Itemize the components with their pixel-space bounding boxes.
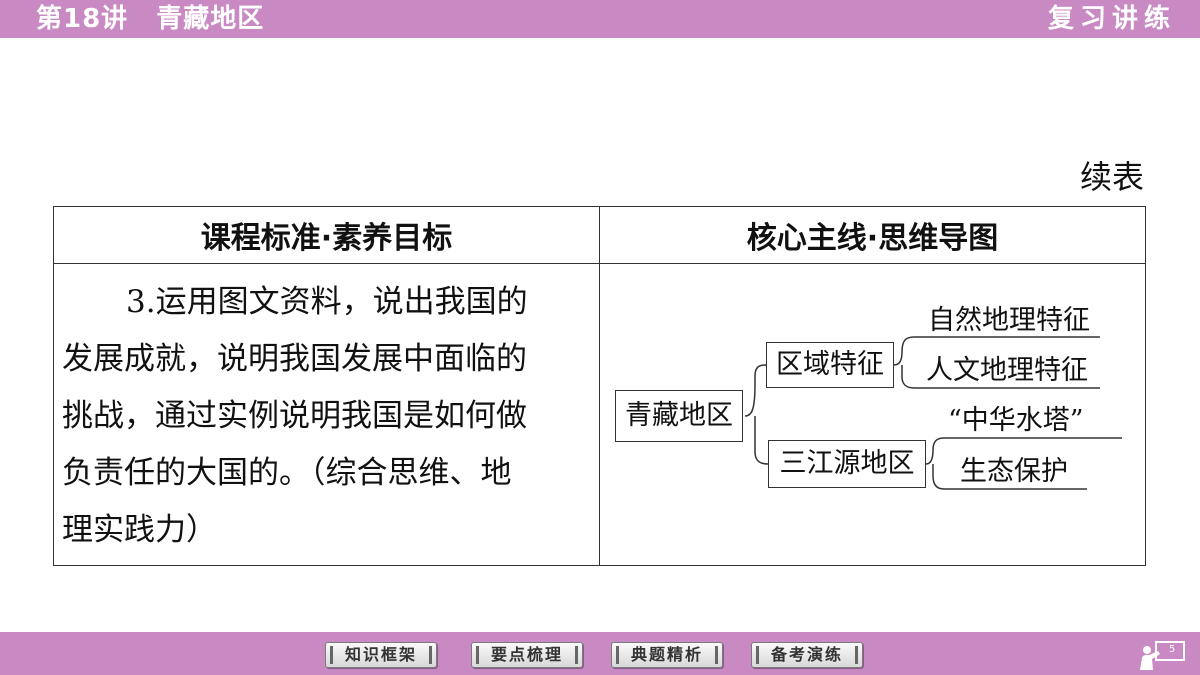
- column-header-standards: 课程标准·素养目标: [53, 206, 600, 264]
- lesson-heading: 第18讲 青藏地区: [36, 2, 292, 36]
- lesson-title: 青藏地区: [156, 4, 265, 34]
- standards-line: 发展成就，说明我国发展中面临的: [62, 341, 527, 377]
- mindmap-leaf: 自然地理特征: [928, 305, 1090, 336]
- mindmap-leaf: 生态保护: [960, 456, 1068, 487]
- mindmap-branch-node: 三江源地区: [768, 440, 926, 488]
- mindmap-branch-node: 区域特征: [766, 342, 894, 388]
- table-header-row: 课程标准·素养目标 核心主线·思维导图: [53, 206, 1146, 264]
- standards-line: 理实践力）: [62, 512, 217, 548]
- standards-cell: 3.运用图文资料，说出我国的 发展成就，说明我国发展中面临的 挑战，通过实例说明…: [53, 263, 600, 566]
- header-bar: 第18讲 青藏地区 复习讲练: [0, 0, 1200, 38]
- column-header-mindmap: 核心主线·思维导图: [599, 206, 1146, 264]
- footer-bar: 知识框架 要点梳理 典题精析 备考演练: [0, 632, 1200, 675]
- page-number: 5: [1169, 644, 1176, 655]
- mindmap-cell: 青藏地区 区域特征 三江源地区 自然地理特征 人文地理特征 “中华水塔” 生态保…: [599, 263, 1146, 566]
- presenter-icon: [1140, 641, 1185, 670]
- continued-label: 续表: [1079, 158, 1144, 196]
- table-row: 3.运用图文资料，说出我国的 发展成就，说明我国发展中面临的 挑战，通过实例说明…: [53, 263, 1146, 566]
- mindmap-root-node: 青藏地区: [615, 390, 743, 442]
- standards-line: 挑战，通过实例说明我国是如何做: [62, 398, 527, 434]
- lesson-number: 第18讲: [36, 4, 129, 34]
- standards-line: 负责任的大国的。（综合思维、地: [62, 455, 512, 491]
- nav-button-key-points[interactable]: 要点梳理: [471, 642, 583, 668]
- nav-button-knowledge-framework[interactable]: 知识框架: [325, 642, 437, 668]
- mindmap-leaf: 人文地理特征: [926, 355, 1088, 386]
- mindmap: 青藏地区 区域特征 三江源地区 自然地理特征 人文地理特征 “中华水塔” 生态保…: [600, 264, 1135, 542]
- content-table: 课程标准·素养目标 核心主线·思维导图 3.运用图文资料，说出我国的 发展成就，…: [53, 206, 1146, 566]
- series-title: 复习讲练: [1047, 4, 1176, 34]
- connector-root-branches: [744, 364, 769, 465]
- nav-button-typical-examples[interactable]: 典题精析: [611, 642, 723, 668]
- page-number-button[interactable]: 5: [1136, 638, 1188, 672]
- standards-line: 3.运用图文资料，说出我国的: [126, 284, 528, 320]
- mindmap-leaf: “中华水塔”: [948, 405, 1084, 436]
- nav-button-exam-practice[interactable]: 备考演练: [751, 642, 863, 668]
